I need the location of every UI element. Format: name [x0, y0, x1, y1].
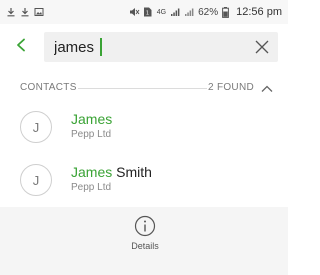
network-type-label: 4G	[156, 8, 167, 16]
search-field[interactable]	[44, 32, 278, 62]
search-bar	[0, 24, 288, 68]
contact-name: James Smith	[71, 164, 152, 180]
contact-name-rest: Smith	[112, 164, 152, 180]
download-icon	[20, 7, 30, 17]
results-count: 2 FOUND	[208, 82, 254, 93]
section-title: CONTACTS	[20, 82, 77, 93]
close-icon	[255, 40, 269, 54]
contact-list-item[interactable]: J James Pepp Ltd	[0, 104, 288, 156]
contacts-section-header: CONTACTS 2 FOUND	[0, 76, 288, 100]
battery-percent: 62%	[198, 6, 219, 18]
chevron-up-icon	[261, 85, 273, 92]
status-time: 12:56 pm	[236, 6, 282, 18]
status-right: 1 4G 62% 12:56 pm	[129, 6, 282, 18]
contact-organization: Pepp Ltd	[71, 129, 112, 140]
contact-name-match: James	[71, 111, 113, 127]
avatar: J	[20, 111, 52, 143]
clear-search-button[interactable]	[254, 39, 270, 55]
battery-icon	[222, 7, 232, 18]
bottom-action-bar: Details	[0, 207, 288, 275]
section-divider	[78, 88, 207, 89]
avatar: J	[20, 164, 52, 196]
contact-name: James	[71, 111, 112, 127]
signal-icon	[184, 7, 194, 17]
details-label: Details	[131, 241, 159, 251]
back-arrow-icon	[17, 38, 25, 52]
back-button[interactable]	[12, 36, 30, 54]
details-button[interactable]: Details	[124, 215, 166, 261]
status-bar: 1 4G 62% 12:56 pm	[0, 0, 288, 24]
signal-icon	[170, 7, 180, 17]
status-left	[6, 7, 44, 17]
search-input[interactable]	[54, 38, 234, 56]
text-cursor	[100, 38, 102, 56]
download-icon	[6, 7, 16, 17]
contact-organization: Pepp Ltd	[71, 182, 112, 193]
contact-name-match: James	[71, 164, 113, 180]
info-icon	[134, 215, 156, 237]
mute-icon	[129, 7, 140, 17]
svg-text:1: 1	[146, 11, 149, 17]
contact-list-item[interactable]: J James Smith Pepp Ltd	[0, 157, 288, 209]
collapse-section-button[interactable]	[260, 82, 274, 94]
image-icon	[34, 7, 44, 17]
sim-icon: 1	[143, 7, 153, 17]
